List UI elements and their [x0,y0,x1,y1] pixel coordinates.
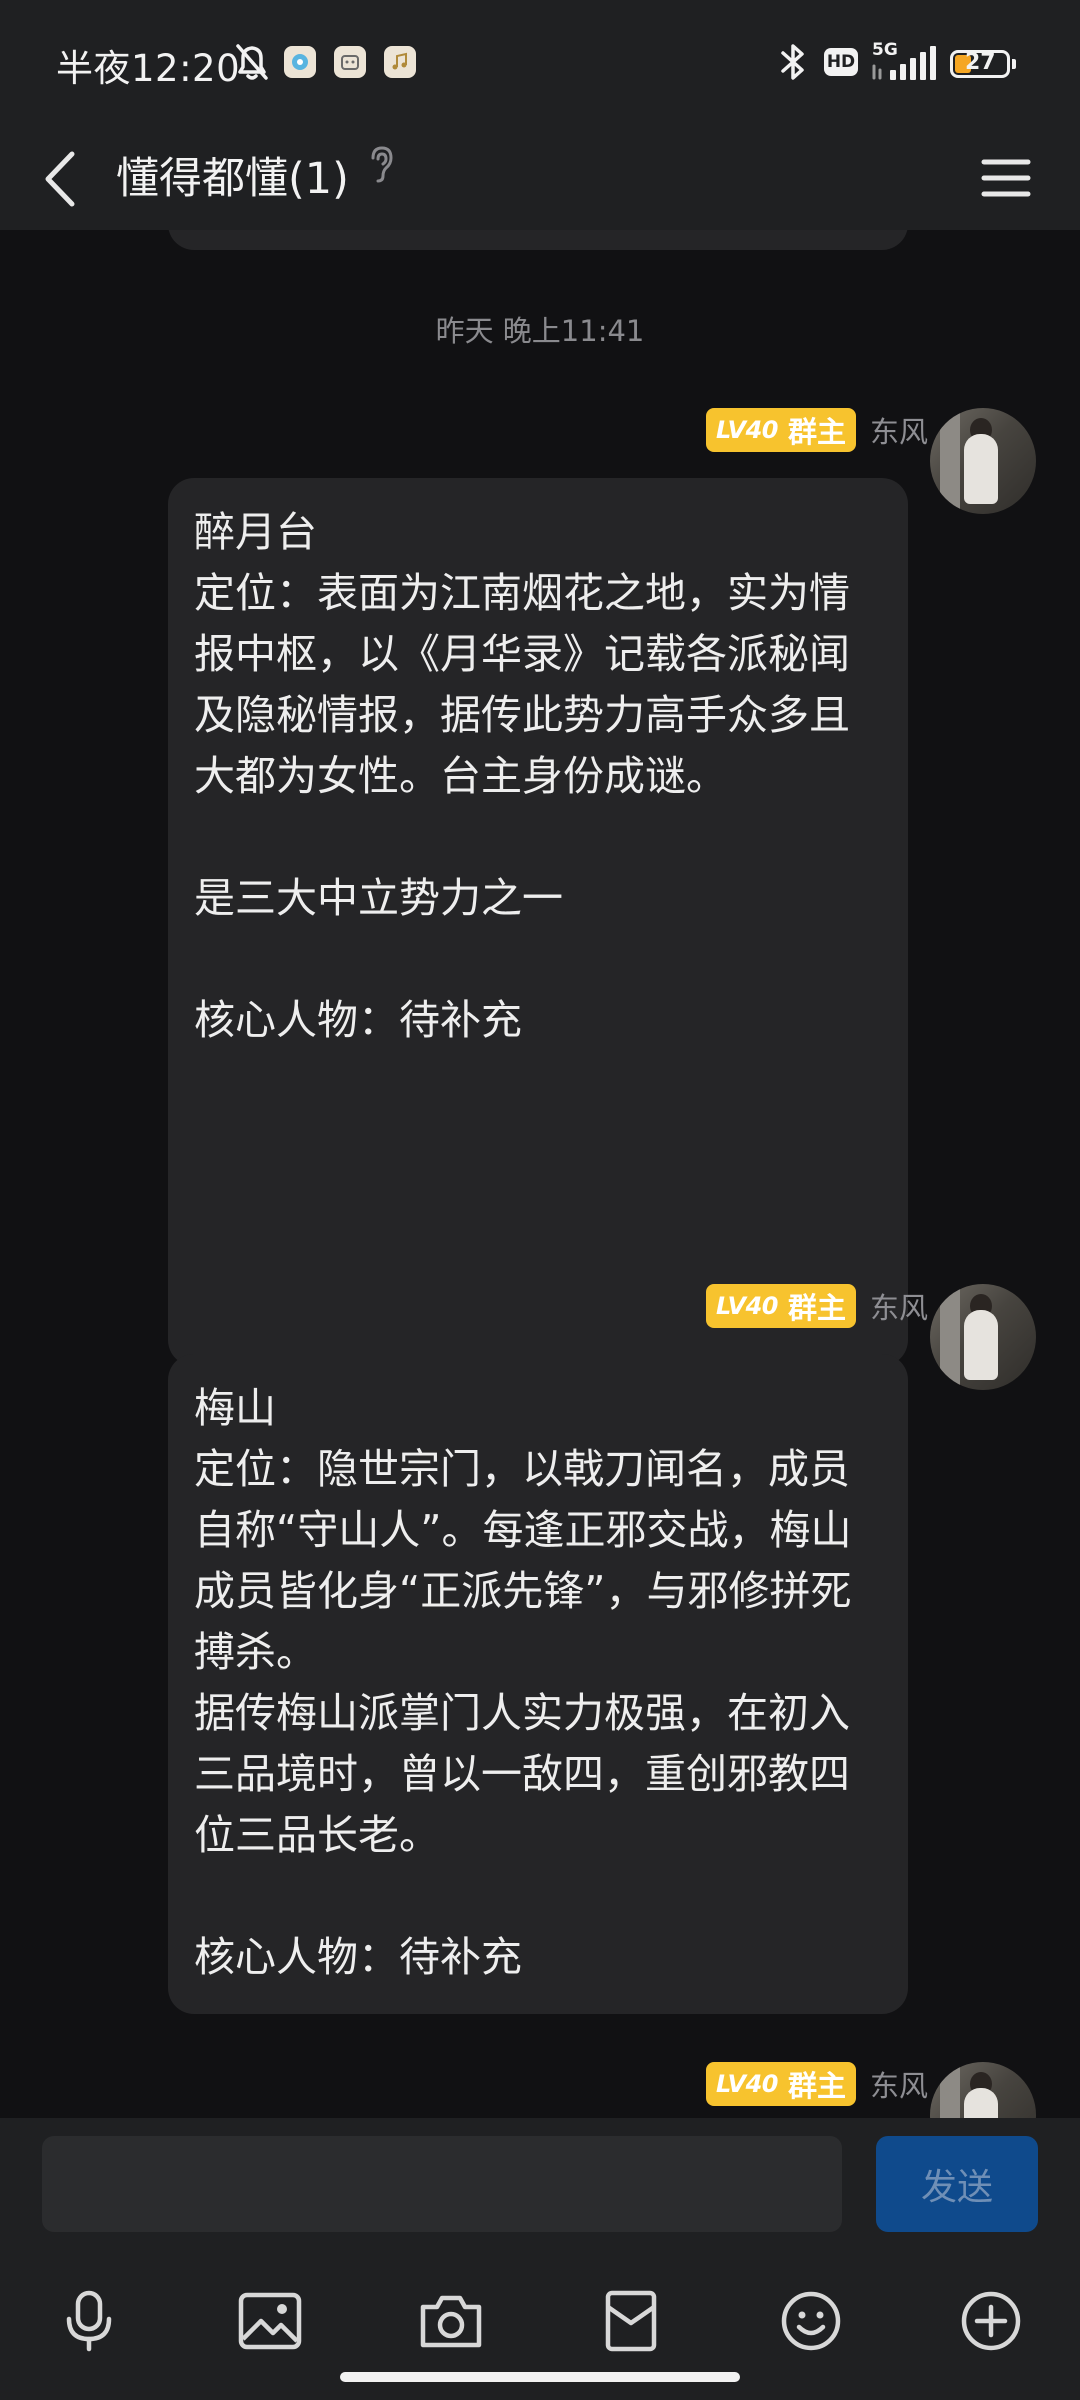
back-arrow-icon [45,151,75,207]
voice-button[interactable] [44,2276,134,2366]
menu-button[interactable] [974,140,1038,216]
member-level-badge: LV40 群主 [706,2062,856,2106]
app-icon-1 [284,46,316,78]
sender-row: LV40 群主 东风 [706,408,928,452]
emoji-button[interactable] [766,2276,856,2366]
emoji-icon [781,2291,841,2351]
hd-icon: HD [824,48,858,76]
badge-role: 群主 [787,2069,846,2103]
bell-off-icon [232,40,272,88]
send-button[interactable]: 发送 [876,2136,1038,2232]
badge-role: 群主 [787,415,846,449]
member-level-badge: LV40 群主 [706,1284,856,1328]
battery-icon: 27 [950,50,1016,78]
message-input-bar: 发送 [0,2118,1080,2250]
message-bubble[interactable]: 梅山 定位：隐世宗门，以戟刀闻名，成员自称“守山人”。每逢正邪交战，梅山成员皆化… [168,1354,908,2014]
status-time: 半夜12:20 [56,47,241,90]
app-icon-2 [334,46,366,78]
badge-level: LV40 [716,416,778,444]
ear-icon [371,146,393,183]
chat-title[interactable]: 懂得都懂(1) [116,134,349,224]
chat-message-list[interactable]: 昨天 晚上11:41 LV40 群主 东风 醉月台 定位：表面为江南烟花之地，实… [0,230,1080,2118]
chat-header: 懂得都懂(1) [0,128,1080,230]
home-indicator[interactable] [340,2372,740,2382]
camera-icon [420,2295,482,2348]
microphone-icon [66,2290,112,2352]
badge-role: 群主 [787,1291,846,1325]
more-button[interactable] [946,2276,1036,2366]
avatar[interactable] [930,2062,1036,2118]
camera-button[interactable] [406,2276,496,2366]
menu-icon [981,159,1031,197]
avatar[interactable] [930,408,1036,514]
status-bar: 半夜12:20 HD 5G 27 [0,0,1080,128]
signal-icon [870,40,938,88]
badge-level: LV40 [716,1292,778,1320]
member-level-badge: LV40 群主 [706,408,856,452]
music-app-icon [384,46,416,78]
image-icon [238,2292,302,2350]
sender-name[interactable]: 东风 [870,409,928,451]
sender-name[interactable]: 东风 [870,1285,928,1327]
back-button[interactable] [34,136,104,222]
battery-level: 27 [965,50,996,75]
plus-icon [961,2291,1021,2351]
message-bubble[interactable]: 醉月台 定位：表面为江南烟花之地，实为情报中枢，以《月华录》记载各派秘闻及隐秘情… [168,478,908,1366]
image-button[interactable] [225,2276,315,2366]
sender-row: LV40 群主 东风 [706,1284,928,1328]
red-packet-icon [605,2290,657,2352]
bluetooth-icon [776,40,810,88]
sender-row: LV40 群主 东风 [706,2062,928,2106]
red-packet-button[interactable] [586,2276,676,2366]
sender-name[interactable]: 东风 [870,2063,928,2105]
message-input[interactable] [42,2136,842,2232]
message-timestamp: 昨天 晚上11:41 [435,314,645,348]
avatar[interactable] [930,1284,1036,1390]
message-bubble-partial[interactable] [168,230,908,250]
badge-level: LV40 [716,2070,778,2098]
